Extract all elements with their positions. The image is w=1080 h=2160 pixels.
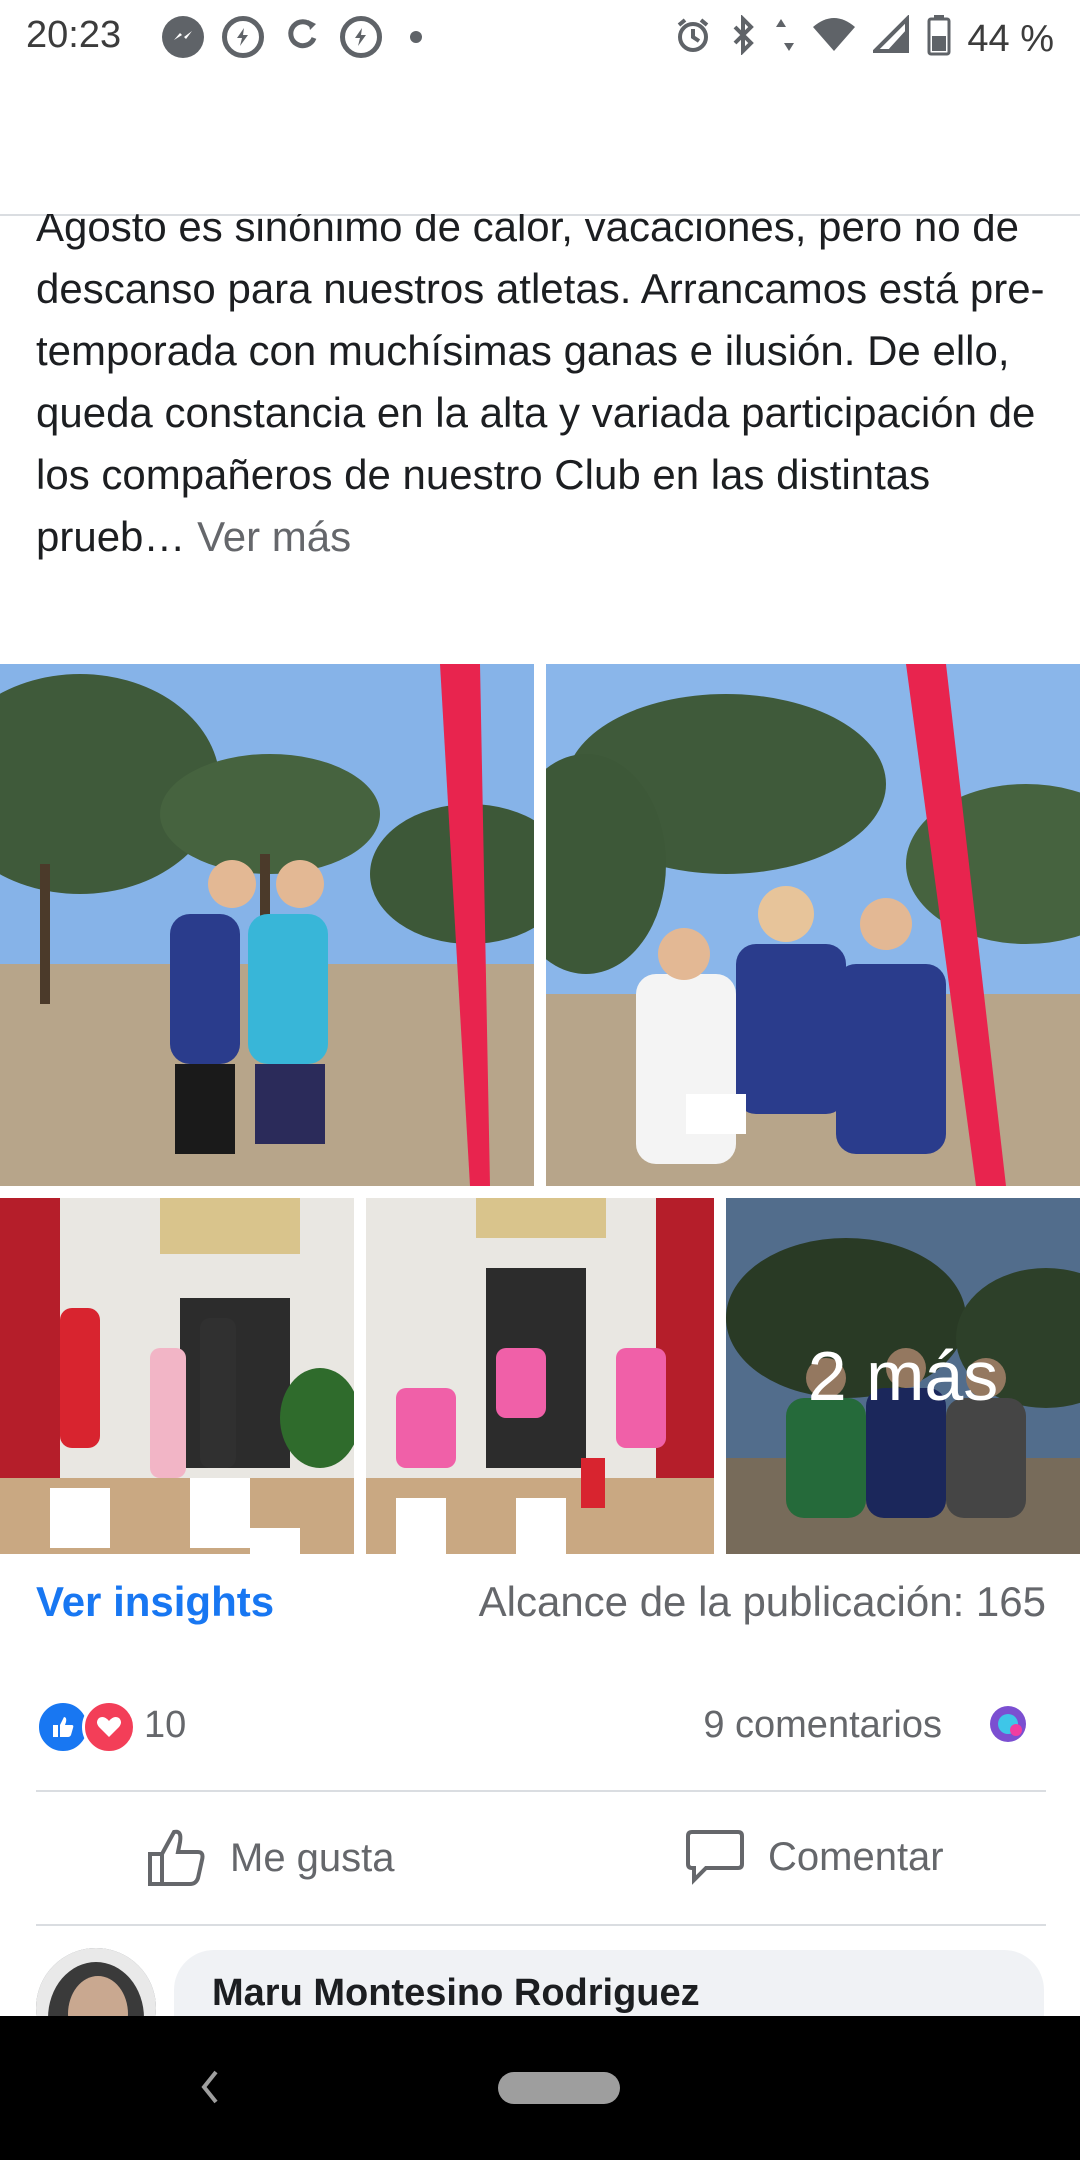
like-button[interactable]: Me gusta — [146, 1828, 395, 1888]
messenger-icon — [162, 15, 204, 58]
love-icon — [82, 1700, 136, 1754]
divider — [36, 1924, 1046, 1926]
data-arrows-icon — [775, 15, 795, 64]
signal-icon — [870, 14, 911, 64]
reaction-icons[interactable] — [36, 1700, 136, 1754]
home-pill[interactable] — [498, 2072, 620, 2104]
battery-icon — [927, 14, 951, 65]
like-label: Me gusta — [230, 1835, 395, 1880]
reactions-row: 10 9 comentarios — [36, 1696, 1046, 1756]
post-actions: Me gusta Comentar — [36, 1792, 1046, 1924]
bolt-icon — [340, 15, 382, 58]
post-photo[interactable] — [0, 664, 534, 1186]
post-text: Agosto es sinónimo de calor, vacaciones,… — [36, 196, 1046, 568]
see-more-link[interactable]: Ver más — [197, 513, 351, 560]
wifi-icon — [811, 15, 857, 64]
dot-icon — [410, 30, 422, 43]
reaction-count[interactable]: 10 — [144, 1704, 186, 1747]
post-photo[interactable] — [366, 1198, 714, 1554]
sync-icon — [282, 14, 322, 59]
battery-percent: 44 % — [967, 18, 1054, 60]
post-photo[interactable] — [546, 664, 1080, 1186]
bolt-icon — [222, 15, 264, 58]
comments-count[interactable]: 9 comentarios — [703, 1704, 942, 1747]
post-photo-more[interactable]: 2 más — [726, 1198, 1080, 1554]
back-icon[interactable] — [190, 2062, 230, 2117]
thumbs-up-icon — [148, 1829, 205, 1886]
post-reach: Alcance de la publicación: 165 — [478, 1578, 1046, 1625]
alarm-icon — [673, 15, 713, 64]
insights-row: Ver insights Alcance de la publicación: … — [36, 1578, 1046, 1638]
comment-button[interactable]: Comentar — [684, 1828, 944, 1886]
post-body: Agosto es sinónimo de calor, vacaciones,… — [36, 203, 1045, 560]
post-photo[interactable] — [0, 1198, 354, 1554]
system-nav-bar — [0, 2016, 1080, 2160]
comment-icon — [686, 1830, 744, 1885]
more-photos-label: 2 más — [807, 1337, 999, 1415]
more-photos-overlay[interactable]: 2 más — [726, 1198, 1080, 1554]
comment-label: Comentar — [768, 1834, 944, 1879]
view-insights-link[interactable]: Ver insights — [36, 1578, 274, 1626]
status-time: 20:23 — [26, 14, 122, 56]
post-photo-grid[interactable]: 2 más — [0, 664, 1080, 1554]
comment-author-name[interactable]: Maru Montesino Rodriguez — [212, 1972, 700, 2015]
comment-item: Maru Montesino Rodriguez — [0, 1948, 1080, 2090]
status-bar: 20:23 44 % — [0, 0, 1080, 72]
bluetooth-icon — [729, 14, 759, 64]
commenter-avatar — [982, 1698, 1034, 1750]
